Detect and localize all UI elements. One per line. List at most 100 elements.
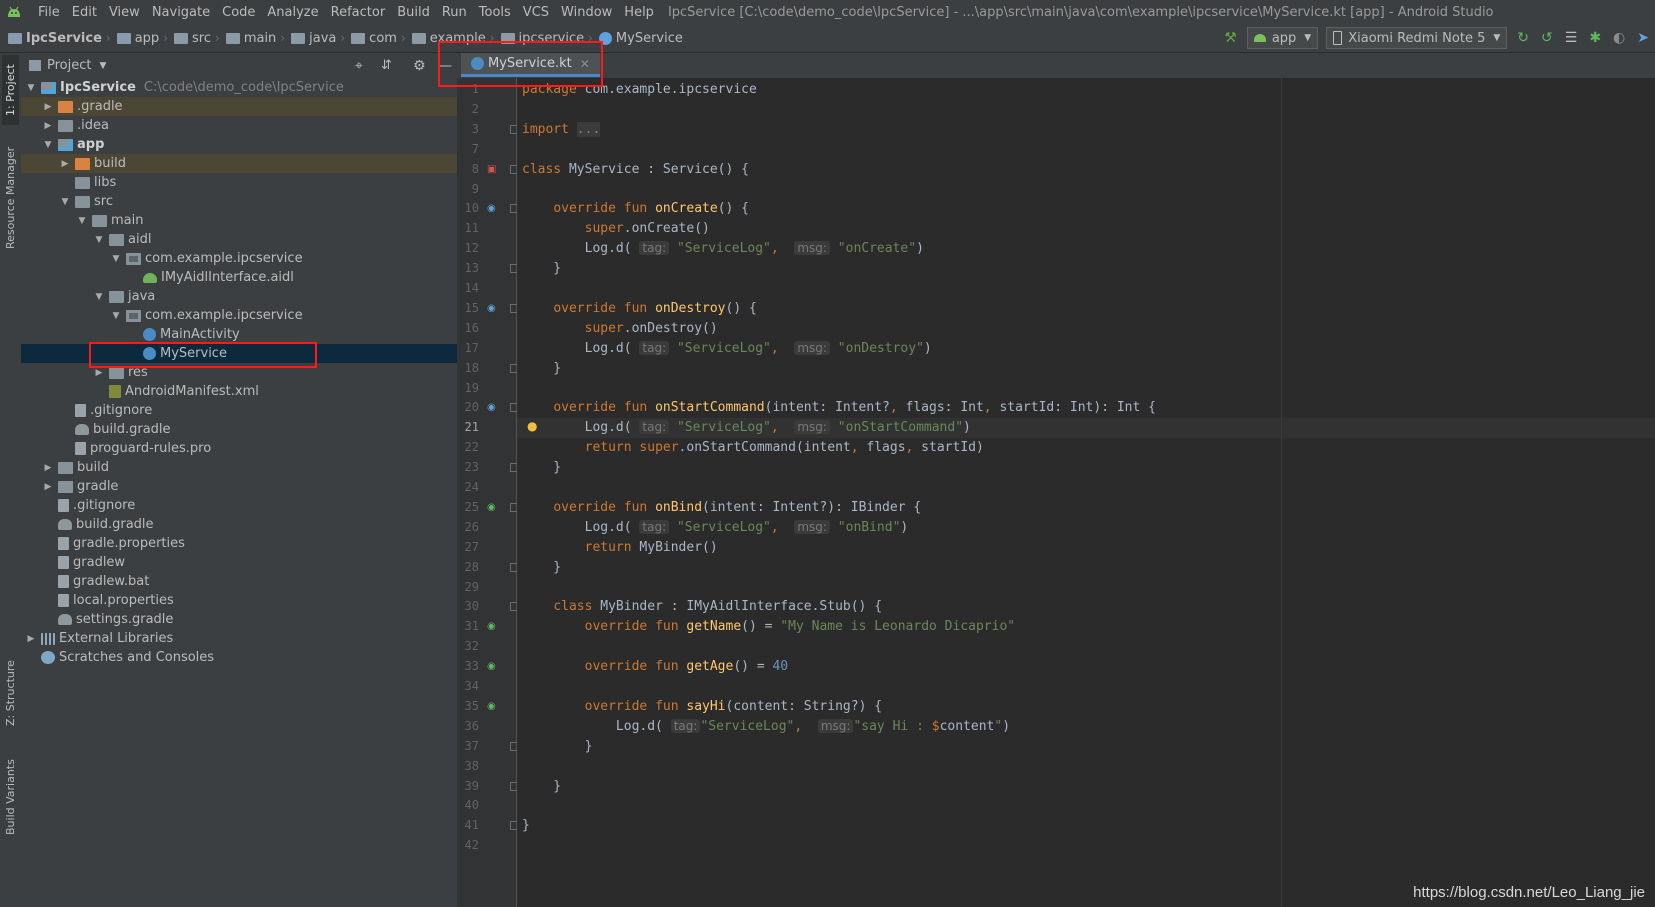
collapsed-arrow-icon[interactable]: ▶ <box>93 368 105 378</box>
tree-item-com-example-ipcservice[interactable]: ▼ com.example.ipcservice <box>21 249 457 268</box>
structure-tool-tab[interactable]: Z: Structure <box>2 653 19 733</box>
apply-changes-restart-icon[interactable]: ↻ <box>1517 30 1529 46</box>
menu-vcs[interactable]: VCS <box>517 5 555 20</box>
tree-item-res[interactable]: ▶ res <box>21 363 457 382</box>
implements-method-icon[interactable]: ◉ <box>487 661 496 673</box>
tree-item-gradlew-bat[interactable]: gradlew.bat <box>21 572 457 591</box>
tree-item-gitignore[interactable]: .gitignore <box>21 401 457 420</box>
tree-item-aidl[interactable]: ▼ aidl <box>21 230 457 249</box>
menu-build[interactable]: Build <box>391 5 436 20</box>
resource-manager-tool-tab[interactable]: Resource Manager <box>2 139 19 257</box>
debug-bug-icon[interactable]: ✱ <box>1589 30 1601 46</box>
tree-item-gradlew[interactable]: gradlew <box>21 553 457 572</box>
overrides-method-icon[interactable]: ◉ <box>487 203 496 215</box>
tree-item-gradle[interactable]: ▶ .gradle <box>21 97 457 116</box>
tree-item-local-properties[interactable]: local.properties <box>21 591 457 610</box>
menu-file[interactable]: File <box>32 5 66 20</box>
tree-item-settings-gradle[interactable]: settings.gradle <box>21 610 457 629</box>
menu-view[interactable]: View <box>103 5 146 20</box>
menu-window[interactable]: Window <box>555 5 618 20</box>
tree-item-build-gradle[interactable]: build.gradle <box>21 515 457 534</box>
tree-item-libs[interactable]: libs <box>21 173 457 192</box>
tree-item-imyaidlinterface-aidl[interactable]: IMyAidlInterface.aidl <box>21 268 457 287</box>
expanded-arrow-icon[interactable]: ▼ <box>110 254 122 264</box>
tree-item-build[interactable]: ▶ build <box>21 458 457 477</box>
tree-item-proguard-rules-pro[interactable]: proguard-rules.pro <box>21 439 457 458</box>
menu-analyze[interactable]: Analyze <box>261 5 324 20</box>
run-list-icon[interactable]: ☰ <box>1565 30 1578 46</box>
menu-navigate[interactable]: Navigate <box>146 5 216 20</box>
menu-refactor[interactable]: Refactor <box>325 5 392 20</box>
apply-code-changes-icon[interactable]: ↺ <box>1541 30 1553 46</box>
collapsed-arrow-icon[interactable]: ▶ <box>42 482 54 492</box>
tree-item-external-libraries[interactable]: ▶ External Libraries <box>21 629 457 648</box>
breadcrumb-item-main[interactable]: main › <box>225 31 291 46</box>
project-view-select[interactable]: Project <box>47 58 91 73</box>
tree-item-androidmanifest-xml[interactable]: AndroidManifest.xml <box>21 382 457 401</box>
breadcrumb-item-java[interactable]: java › <box>291 31 351 46</box>
tree-item-myservice[interactable]: MyService <box>21 344 457 363</box>
chevron-down-icon[interactable]: ▼ <box>99 61 106 71</box>
locate-target-icon[interactable]: ⌖ <box>355 58 363 74</box>
make-project-hammer-icon[interactable]: ⚒ <box>1224 30 1237 46</box>
collapsed-arrow-icon[interactable]: ▶ <box>59 159 71 169</box>
breadcrumb-item-ipcservice[interactable]: IpcService › <box>8 31 117 46</box>
expanded-arrow-icon[interactable]: ▼ <box>25 83 37 93</box>
expanded-arrow-icon[interactable]: ▼ <box>59 197 71 207</box>
breadcrumb-item-app[interactable]: app › <box>116 31 174 46</box>
tree-item-ipcservice[interactable]: ▼ IpcService C:\code\demo_code\IpcService <box>21 78 457 97</box>
expanded-arrow-icon[interactable]: ▼ <box>42 140 54 150</box>
collapsed-arrow-icon[interactable]: ▶ <box>42 121 54 131</box>
build-variants-tool-tab[interactable]: Build Variants <box>2 747 19 847</box>
hide-panel-icon[interactable]: — <box>438 58 452 74</box>
breadcrumb-item-com[interactable]: com › <box>351 31 412 46</box>
run-config-select[interactable]: app ▼ <box>1246 27 1319 49</box>
tree-item-scratches-and-consoles[interactable]: Scratches and Consoles <box>21 648 457 667</box>
tree-item-app[interactable]: ▼ app <box>21 135 457 154</box>
expanded-arrow-icon[interactable]: ▼ <box>76 216 88 226</box>
tree-item-com-example-ipcservice[interactable]: ▼ com.example.ipcservice <box>21 306 457 325</box>
expanded-arrow-icon[interactable]: ▼ <box>110 311 122 321</box>
service-class-icon[interactable]: ▣ <box>487 164 496 176</box>
tree-item-main[interactable]: ▼ main <box>21 211 457 230</box>
code-token: } <box>522 261 562 277</box>
code-line: } <box>522 737 593 757</box>
breadcrumb-item-src[interactable]: src › <box>174 31 226 46</box>
tree-item-gitignore[interactable]: .gitignore <box>21 496 457 515</box>
collapsed-arrow-icon[interactable]: ▶ <box>42 463 54 473</box>
implements-method-icon[interactable]: ◉ <box>487 701 496 713</box>
expanded-arrow-icon[interactable]: ▼ <box>93 292 105 302</box>
tree-item-gradle[interactable]: ▶ gradle <box>21 477 457 496</box>
menu-tools[interactable]: Tools <box>473 5 517 20</box>
tree-item-mainactivity[interactable]: MainActivity <box>21 325 457 344</box>
device-select[interactable]: Xiaomi Redmi Note 5 ▼ <box>1326 27 1508 49</box>
tree-item-java[interactable]: ▼ java <box>21 287 457 306</box>
tab-myservice-kt[interactable]: MyService.kt ✕ <box>461 53 600 77</box>
collapsed-arrow-icon[interactable]: ▶ <box>42 102 54 112</box>
breadcrumb-item-example[interactable]: example › <box>411 31 501 46</box>
project-tool-tab[interactable]: 1: Project <box>2 55 19 125</box>
implements-method-icon[interactable]: ◉ <box>487 502 496 514</box>
code-editor[interactable]: ● package com.example.ipcservice import .… <box>517 78 1655 907</box>
expanded-arrow-icon[interactable]: ▼ <box>93 235 105 245</box>
breadcrumb-item-ipcservice[interactable]: ipcservice › <box>500 31 599 46</box>
tree-item-gradle-properties[interactable]: gradle.properties <box>21 534 457 553</box>
tree-item-src[interactable]: ▼ src <box>21 192 457 211</box>
menu-run[interactable]: Run <box>436 5 473 20</box>
menu-help[interactable]: Help <box>618 5 660 20</box>
gear-icon[interactable]: ⚙ <box>413 58 426 74</box>
close-icon[interactable]: ✕ <box>580 57 590 71</box>
breadcrumb-item-myservice[interactable]: MyService <box>598 31 683 46</box>
tree-item-idea[interactable]: ▶ .idea <box>21 116 457 135</box>
implements-method-icon[interactable]: ◉ <box>487 621 496 633</box>
menu-code[interactable]: Code <box>216 5 261 20</box>
collapse-all-icon[interactable]: ⇵ <box>381 58 392 73</box>
overrides-method-icon[interactable]: ◉ <box>487 303 496 315</box>
menu-edit[interactable]: Edit <box>66 5 103 20</box>
attach-debugger-icon[interactable]: ➤ <box>1637 30 1649 46</box>
profile-icon[interactable]: ◐ <box>1613 30 1625 46</box>
tree-item-build-gradle[interactable]: build.gradle <box>21 420 457 439</box>
tree-item-build[interactable]: ▶ build <box>21 154 457 173</box>
collapsed-arrow-icon[interactable]: ▶ <box>25 634 37 644</box>
overrides-method-icon[interactable]: ◉ <box>487 402 496 414</box>
